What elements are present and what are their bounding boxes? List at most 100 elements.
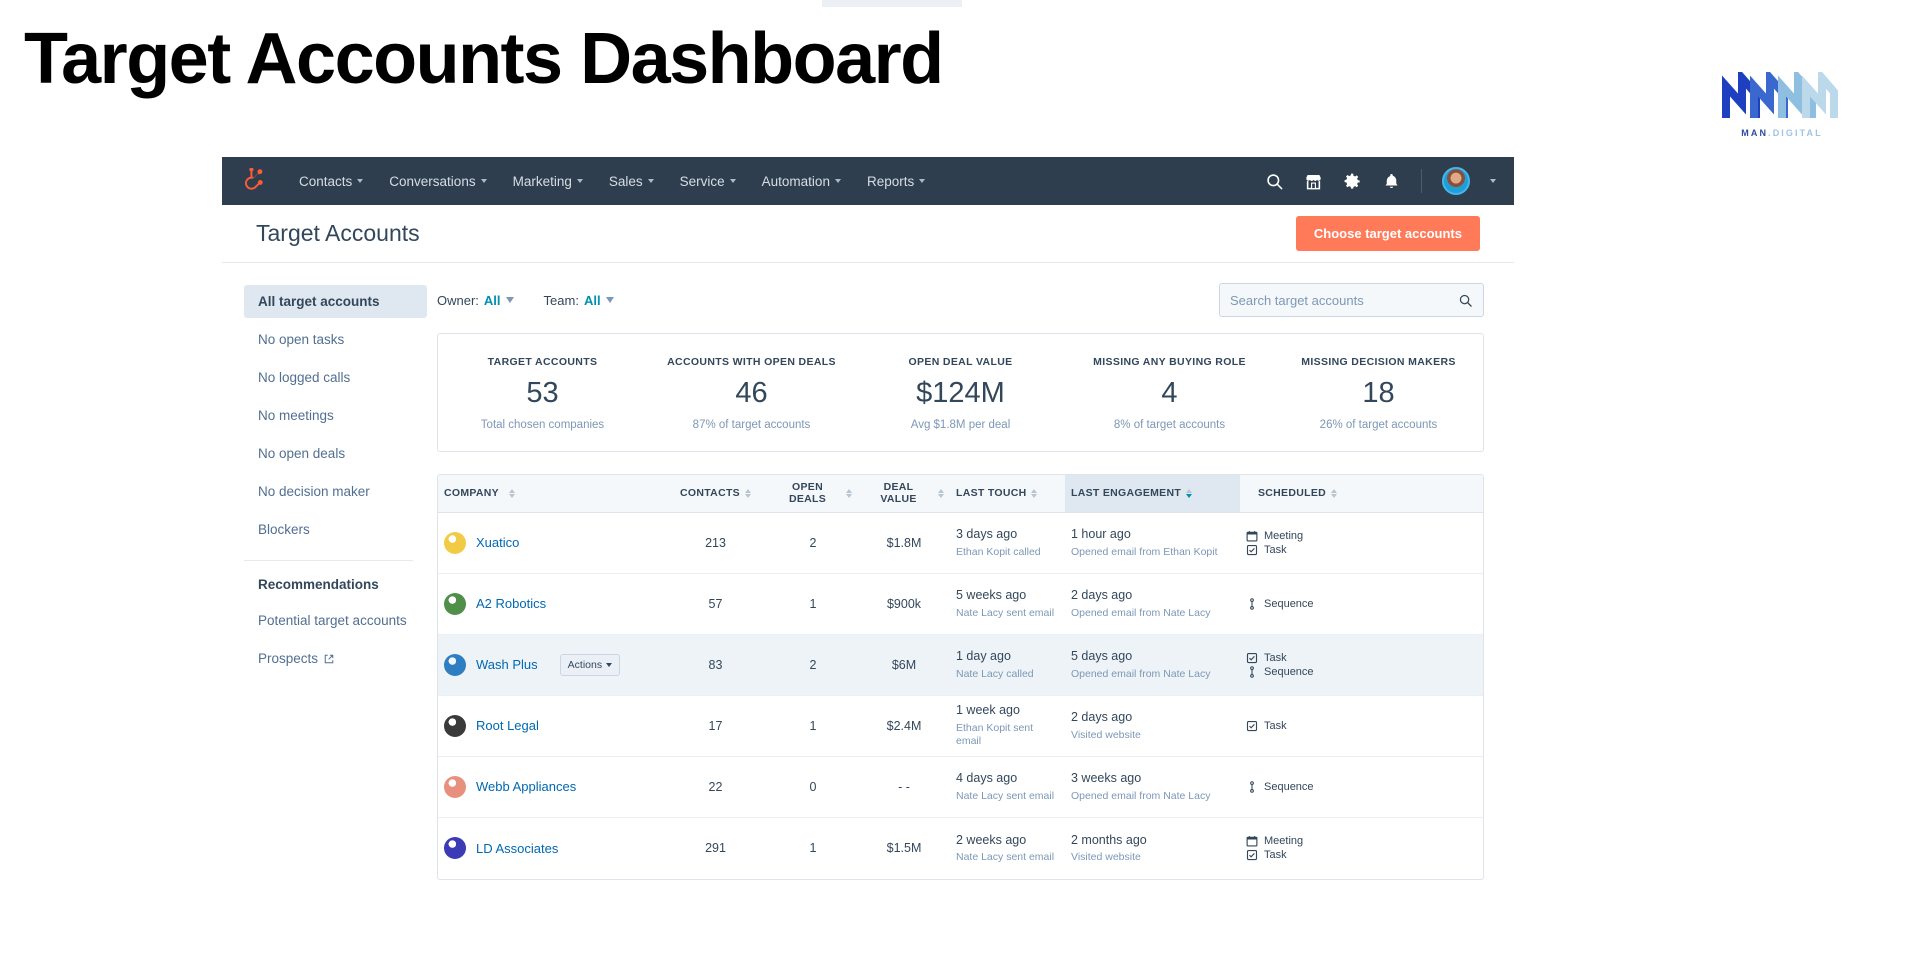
column-header-open-deals[interactable]: OPEN DEALS (768, 475, 858, 512)
sidebar-item-potential-target-accounts[interactable]: Potential target accounts (244, 604, 427, 637)
column-header-label: LAST ENGAGEMENT (1071, 487, 1182, 500)
cell-company: LD Associates (438, 837, 663, 860)
sidebar-item-no-open-deals[interactable]: No open deals (244, 437, 427, 470)
team-filter[interactable]: Team: All (544, 293, 614, 308)
search-box[interactable] (1219, 283, 1484, 317)
column-header-last-touch[interactable]: LAST TOUCH (950, 475, 1065, 512)
stat-sub: Avg $1.8M per deal (910, 418, 1011, 431)
column-header-scheduled[interactable]: SCHEDULED (1240, 475, 1355, 512)
column-header-deal-value[interactable]: DEAL VALUE (858, 475, 950, 512)
stat-sub: Total chosen companies (480, 418, 605, 431)
sidebar-item-blockers[interactable]: Blockers (244, 513, 427, 546)
company-link[interactable]: Root Legal (476, 718, 539, 733)
scheduled-item: Task (1246, 849, 1349, 861)
cell-last-engagement: 2 days ago Opened email from Nate Lacy (1065, 588, 1240, 620)
cell-deal-value: $900k (886, 596, 922, 611)
company-link[interactable]: Wash Plus (476, 657, 538, 672)
sidebar-item-no-logged-calls[interactable]: No logged calls (244, 361, 427, 394)
sequence-icon (1250, 781, 1254, 793)
nav-item-conversations[interactable]: Conversations (376, 157, 499, 205)
logo-primary: MAN (1741, 128, 1769, 138)
nav-item-marketing[interactable]: Marketing (500, 157, 596, 205)
scheduled-item-label: Sequence (1264, 665, 1314, 678)
column-header-contacts[interactable]: CONTACTS (663, 475, 768, 512)
chevron-down-icon (919, 179, 926, 183)
table-row[interactable]: Wash Plus Actions 83 2 $6M 1 day ago Nate Lacy… (438, 634, 1483, 696)
stat-label: ACCOUNTS WITH OPEN DEALS (667, 356, 836, 368)
table-row[interactable]: A2 Robotics 57 1 $900k 5 weeks ago Nate Lacy … (438, 574, 1483, 635)
sidebar-item-label: No meetings (258, 408, 334, 423)
table-header-row: COMPANY CONTACTS OPEN DEALS DEAL VALUE L… (438, 474, 1483, 513)
table-row[interactable]: Root Legal 17 1 $2.4M 1 week ago Ethan Kopit … (438, 696, 1483, 757)
avatar[interactable] (1442, 167, 1470, 195)
row-actions-button[interactable]: Actions (559, 653, 621, 676)
cell-open-deals: 1 (809, 596, 817, 611)
choose-target-accounts-button[interactable]: Choose target accounts (1295, 216, 1480, 251)
column-header-company[interactable]: COMPANY (438, 475, 663, 512)
stat-label: MISSING DECISION MAKERS (1301, 356, 1456, 368)
column-header-label: SCHEDULED (1257, 487, 1327, 500)
nav-item-service[interactable]: Service (667, 157, 749, 205)
sidebar-item-no-open-tasks[interactable]: No open tasks (244, 323, 427, 356)
company-logo-icon (444, 531, 466, 554)
search-input[interactable] (1230, 292, 1458, 308)
last-touch-detail: Ethan Kopit called (956, 545, 1041, 558)
sort-icon (846, 488, 852, 499)
search-icon[interactable] (1458, 293, 1473, 308)
cell-open-deals: 2 (809, 657, 817, 672)
sequence-icon (1250, 598, 1254, 610)
sidebar-item-prospects[interactable]: Prospects (244, 642, 427, 675)
cell-company: Wash Plus Actions (438, 653, 663, 676)
stat-missing-any-buying-role: MISSING ANY BUYING ROLE 4 8% of target a… (1065, 356, 1274, 431)
company-link[interactable]: LD Associates (476, 841, 558, 856)
last-touch-time: 1 day ago (956, 649, 1011, 664)
table-row[interactable]: LD Associates 291 1 $1.5M 2 weeks ago Nate La… (438, 818, 1483, 879)
cell-last-engagement: 2 months ago Visited website (1065, 833, 1240, 865)
stat-value: 53 (526, 377, 559, 409)
scheduled-item-label: Task (1264, 719, 1287, 732)
nav-item-reports[interactable]: Reports (854, 157, 938, 205)
sidebar-item-all-target-accounts[interactable]: All target accounts (244, 285, 427, 318)
hubspot-sprocket-logo-icon[interactable] (242, 168, 268, 194)
sidebar-item-no-decision-maker[interactable]: No decision maker (244, 475, 427, 508)
scheduled-item: Task (1246, 544, 1349, 556)
search-icon[interactable] (1265, 172, 1284, 191)
table-row[interactable]: Webb Appliances 22 0 - - 4 days ago Nate Lacy… (438, 757, 1483, 818)
company-link[interactable]: Xuatico (476, 535, 519, 550)
owner-filter[interactable]: Owner: All (437, 293, 514, 308)
last-touch-detail: Ethan Kopit sent email (956, 722, 1034, 748)
last-engagement-time: 2 days ago (1071, 710, 1133, 725)
settings-gear-icon[interactable] (1343, 172, 1362, 191)
sidebar-item-label: No open tasks (258, 332, 345, 347)
nav-item-automation[interactable]: Automation (749, 157, 854, 205)
company-link[interactable]: A2 Robotics (476, 596, 546, 611)
task-checkbox-icon (1246, 652, 1258, 663)
notifications-bell-icon[interactable] (1382, 172, 1401, 191)
column-header-label: DEAL VALUE (880, 481, 917, 506)
sidebar: All target accounts No open tasks No log… (222, 263, 427, 966)
task-checkbox-icon (1246, 720, 1258, 731)
sort-icon (744, 488, 751, 499)
cell-deal-value: $6M (891, 657, 917, 672)
target-accounts-table: COMPANY CONTACTS OPEN DEALS DEAL VALUE L… (437, 473, 1484, 880)
company-link[interactable]: Webb Appliances (476, 779, 576, 794)
nav-item-contacts[interactable]: Contacts (286, 157, 376, 205)
stat-target-accounts: TARGET ACCOUNTS 53 Total chosen companie… (438, 356, 647, 431)
sidebar-item-no-meetings[interactable]: No meetings (244, 399, 427, 432)
last-engagement-time: 3 weeks ago (1071, 771, 1142, 786)
stat-sub: 87% of target accounts (692, 418, 811, 431)
app-page-title: Target Accounts (256, 220, 420, 246)
chevron-down-icon[interactable] (1490, 179, 1496, 183)
man-digital-logo-mark (1722, 72, 1838, 118)
last-touch-time: 2 weeks ago (956, 832, 1027, 847)
table-row[interactable]: Xuatico 213 2 $1.8M 3 days ago Ethan Kopit ca… (438, 513, 1483, 574)
man-digital-logo-text: MAN.DIGITAL (1722, 128, 1842, 138)
last-engagement-detail: Opened email from Ethan Kopit (1071, 545, 1218, 558)
chevron-down-icon (605, 297, 614, 303)
stat-sub: 8% of target accounts (1113, 418, 1226, 431)
nav-item-sales[interactable]: Sales (596, 157, 667, 205)
cell-last-touch: 1 week ago Ethan Kopit sent email (950, 703, 1065, 748)
last-engagement-time: 5 days ago (1071, 649, 1133, 664)
column-header-last-engagement[interactable]: LAST ENGAGEMENT (1065, 474, 1240, 512)
marketplace-icon[interactable] (1304, 172, 1323, 191)
